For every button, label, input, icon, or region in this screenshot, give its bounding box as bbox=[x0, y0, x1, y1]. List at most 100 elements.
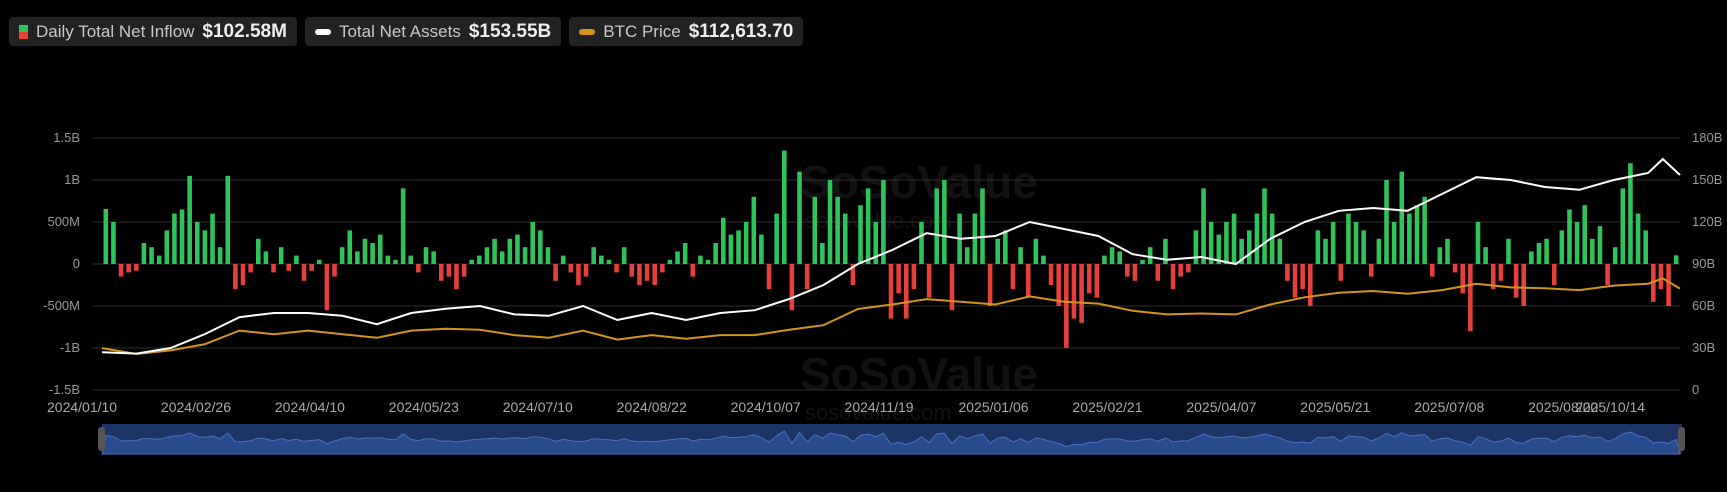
watermark: SoSoValue sosovalue.com SoSoValue sosova… bbox=[800, 156, 1038, 425]
inflow-bar bbox=[408, 255, 414, 264]
inflow-bar bbox=[1231, 213, 1237, 264]
inflow-bar bbox=[1010, 264, 1016, 290]
inflow-bar bbox=[1247, 230, 1252, 264]
left-tick-label: 1B bbox=[64, 172, 80, 187]
inflow-bar bbox=[286, 264, 292, 271]
inflow-bar bbox=[1102, 255, 1107, 264]
right-tick-label: 30B bbox=[1692, 340, 1715, 355]
inflow-bar bbox=[1422, 196, 1427, 264]
inflow-bar bbox=[164, 230, 170, 264]
inflow-bar bbox=[1338, 264, 1344, 281]
inflow-bar bbox=[690, 264, 696, 277]
inflow-bar bbox=[1018, 247, 1023, 264]
inflow-bar bbox=[1033, 238, 1039, 264]
inflow-bar bbox=[1041, 255, 1046, 264]
inflow-bar bbox=[972, 213, 978, 264]
inflow-bar bbox=[599, 255, 604, 264]
inflow-bar bbox=[1544, 238, 1549, 264]
inflow-bar bbox=[560, 255, 566, 264]
inflow-bar bbox=[1300, 264, 1305, 290]
inflow-bar bbox=[1666, 264, 1671, 306]
inflow-bar bbox=[728, 234, 734, 264]
inflow-bar bbox=[835, 196, 840, 264]
inflow-bar bbox=[1285, 264, 1290, 281]
inflow-bar bbox=[393, 259, 398, 264]
inflow-bar bbox=[797, 171, 802, 264]
inflow-bar bbox=[1475, 222, 1481, 264]
inflow-bar bbox=[751, 196, 757, 264]
inflow-bar bbox=[294, 255, 299, 264]
inflow-bar bbox=[949, 264, 955, 311]
inflow-bar bbox=[233, 264, 238, 290]
inflow-bar bbox=[591, 247, 596, 264]
inflow-bar bbox=[1407, 213, 1412, 264]
inflow-bar bbox=[1521, 264, 1527, 306]
inflow-bar bbox=[347, 230, 353, 264]
inflow-bar bbox=[1117, 251, 1122, 264]
inflow-bar bbox=[301, 264, 307, 281]
inflow-bar bbox=[515, 234, 520, 264]
inflow-bar bbox=[1376, 238, 1382, 264]
x-tick-label: 2025/02/21 bbox=[1072, 399, 1142, 415]
inflow-bar bbox=[1346, 213, 1351, 264]
inflow-bar bbox=[1658, 264, 1664, 290]
inflow-bar bbox=[881, 180, 886, 264]
watermark-site: sosovalue.com bbox=[805, 208, 952, 233]
x-tick-label: 2024/08/22 bbox=[617, 399, 687, 415]
inflow-bar bbox=[156, 255, 162, 264]
x-tick-label: 2025/05/21 bbox=[1300, 399, 1370, 415]
inflow-bar bbox=[637, 264, 642, 285]
x-tick-label: 2024/01/10 bbox=[47, 399, 117, 415]
inflow-bar bbox=[1361, 230, 1366, 264]
inflow-bar bbox=[568, 264, 574, 273]
inflow-bar bbox=[1597, 226, 1603, 264]
inflow-bar bbox=[804, 264, 810, 290]
inflow-bar bbox=[888, 264, 894, 319]
inflow-bar bbox=[1620, 188, 1626, 264]
right-tick-label: 90B bbox=[1692, 256, 1715, 271]
inflow-bar bbox=[187, 175, 192, 264]
inflow-bar bbox=[1193, 230, 1199, 264]
inflow-bar bbox=[1567, 209, 1572, 264]
inflow-bar bbox=[316, 259, 322, 264]
navigator-handle-right[interactable] bbox=[1678, 427, 1685, 451]
inflow-bar bbox=[1605, 264, 1610, 285]
inflow-bar bbox=[240, 264, 246, 285]
inflow-bar bbox=[248, 264, 253, 273]
inflow-bar bbox=[1086, 264, 1092, 294]
inflow-bar bbox=[1582, 205, 1587, 264]
inflow-bar bbox=[538, 230, 543, 264]
navigator-slider[interactable] bbox=[98, 424, 1685, 455]
inflow-bar bbox=[934, 188, 940, 264]
inflow-bar bbox=[1429, 264, 1435, 277]
inflow-bar bbox=[1064, 264, 1069, 348]
right-tick-label: 0 bbox=[1692, 382, 1699, 397]
inflow-bar bbox=[896, 264, 901, 294]
inflow-bar bbox=[484, 247, 490, 264]
inflow-bar bbox=[713, 243, 718, 264]
inflow-bar bbox=[660, 264, 665, 273]
inflow-bar bbox=[1673, 255, 1679, 264]
inflow-bar bbox=[1254, 213, 1260, 264]
inflow-bar bbox=[743, 222, 749, 264]
inflow-bar bbox=[903, 264, 909, 319]
inflow-bar bbox=[812, 196, 818, 264]
inflow-bar bbox=[530, 222, 535, 264]
left-tick-label: 500M bbox=[47, 214, 80, 229]
inflow-bar bbox=[1483, 247, 1488, 264]
inflow-bar bbox=[1384, 180, 1389, 264]
inflow-bar bbox=[576, 264, 581, 285]
inflow-bar bbox=[1353, 222, 1359, 264]
inflow-bar bbox=[1445, 238, 1450, 264]
inflow-bar bbox=[698, 255, 703, 264]
inflow-bar bbox=[614, 264, 619, 273]
inflow-bar bbox=[606, 259, 612, 264]
inflow-bar bbox=[759, 234, 764, 264]
inflow-bar bbox=[118, 264, 124, 277]
inflow-bar bbox=[545, 247, 551, 264]
x-tick-label: 2024/04/10 bbox=[275, 399, 345, 415]
left-tick-label: -1B bbox=[60, 340, 80, 355]
inflow-bar bbox=[324, 264, 330, 311]
left-axis: 1.5B 1B 500M 0 -500M -1B -1.5B bbox=[43, 130, 80, 397]
navigator-handle-left[interactable] bbox=[98, 427, 105, 451]
